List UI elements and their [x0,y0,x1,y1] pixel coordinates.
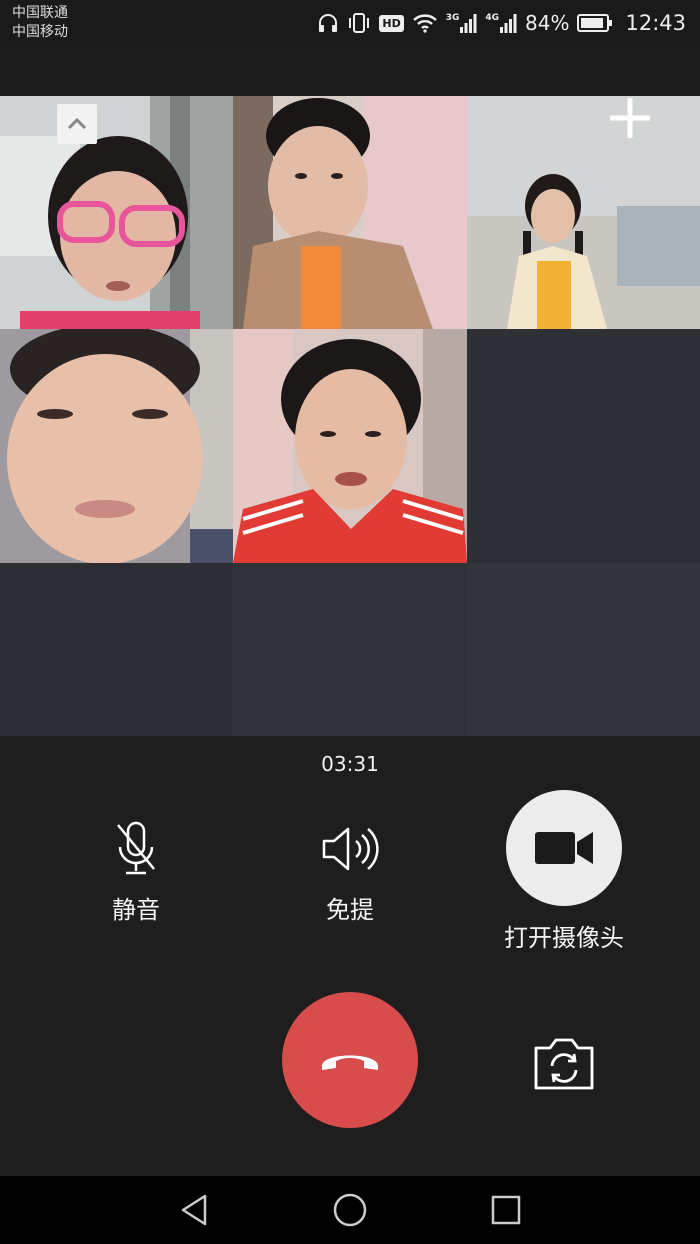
back-button[interactable] [175,1190,215,1230]
mic-muted-icon [76,816,196,882]
speaker-icon [290,816,410,882]
top-spacer [0,46,700,96]
battery-icon [577,13,613,33]
plus-icon [610,98,650,138]
switch-camera-icon [534,1038,594,1090]
recents-square-icon [491,1195,521,1225]
speaker-label: 免提 [326,896,374,924]
carrier-labels: 中国联通 中国移动 [12,4,68,42]
hang-up-button[interactable] [282,992,418,1128]
signal-icon-4g: 4G [485,13,517,33]
participant-video-3[interactable] [467,96,700,329]
vibrate-icon [347,12,371,34]
video-grid [0,96,700,736]
camera-circle [506,790,622,906]
mute-label: 静音 [112,896,160,924]
empty-video-slot [467,563,700,736]
empty-video-slot [233,563,467,736]
participant-video-1[interactable] [0,96,233,329]
open-camera-button[interactable]: 打开摄像头 [494,790,634,953]
empty-video-slot [0,563,233,736]
home-button[interactable] [330,1190,370,1230]
speaker-button[interactable]: 免提 [290,816,410,925]
carrier-1: 中国联通 [12,5,68,21]
hang-up-icon [322,1055,378,1070]
camera-label: 打开摄像头 [504,924,624,952]
headphones-icon [317,12,339,34]
switch-camera-button[interactable] [530,1036,598,1092]
network-type-2: 4G [485,13,500,23]
wifi-icon [412,12,438,34]
signal-icon-3g: 3G [446,13,478,33]
network-type-1: 3G [445,13,460,23]
participant-video-4[interactable] [0,329,233,563]
back-triangle-icon [181,1194,207,1226]
add-participant-button[interactable] [604,92,656,144]
minimize-button[interactable] [57,104,97,144]
status-icons: HD 3G 4G 84% 12:43 [317,8,686,38]
call-controls: 03:31 静音 免提 打开摄像头 [0,736,700,1176]
participant-video-5[interactable] [233,329,467,563]
recents-button[interactable] [486,1190,526,1230]
video-camera-icon [535,832,593,864]
participant-video-2[interactable] [233,96,467,329]
status-bar: 中国联通 中国移动 HD 3G 4G 84% 12:43 [0,0,700,46]
hd-icon: HD [379,14,404,32]
empty-video-slot [467,329,700,563]
mute-button[interactable]: 静音 [76,816,196,925]
navigation-bar [0,1176,700,1244]
carrier-2: 中国移动 [12,24,68,40]
chevron-up-icon [67,117,87,130]
clock: 12:43 [625,11,686,35]
home-circle-icon [333,1193,367,1227]
call-timer: 03:31 [321,752,379,776]
battery-percent: 84% [525,11,570,35]
